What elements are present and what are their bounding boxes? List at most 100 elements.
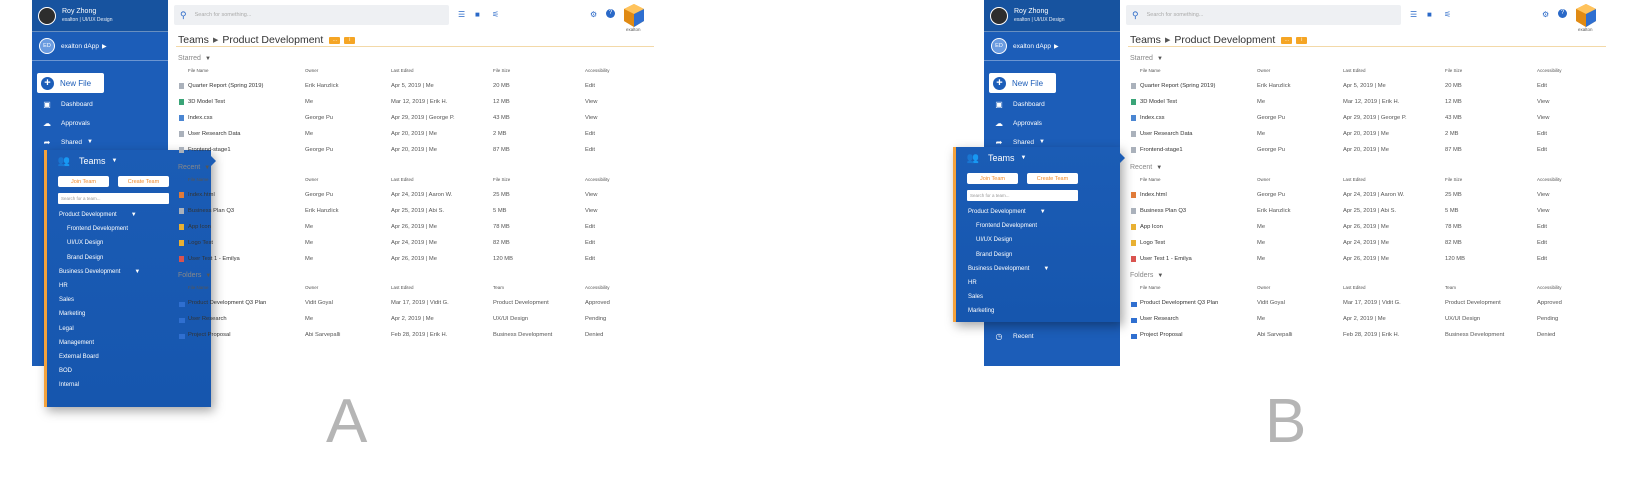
table-row[interactable]: Product Development Q3 Plan Vidit Goyal Ma…	[1124, 300, 1604, 310]
table-row[interactable]: Index.html George Pu Apr 24, 2019 | Aaron …	[172, 192, 652, 202]
cell-name[interactable]: Index.html	[188, 192, 215, 198]
cell-name[interactable]: App Icon	[1140, 224, 1163, 230]
column-header[interactable]: Last Edited	[1343, 68, 1366, 73]
team-search-input[interactable]: Search for a team...	[967, 190, 1078, 201]
table-row[interactable]: App Icon Me Apr 26, 2019 | Me 78 MB Edit	[1124, 224, 1604, 234]
team-item[interactable]: Brand Design	[976, 250, 1012, 260]
gear-icon[interactable]: ⚙	[1542, 10, 1549, 19]
team-item[interactable]: HR	[59, 281, 68, 291]
column-header[interactable]: Accessibility	[1537, 177, 1562, 182]
section-folders[interactable]: Folders ▼	[178, 272, 211, 279]
column-header[interactable]: Team	[1445, 285, 1456, 290]
table-row[interactable]: Index.css George Pu Apr 29, 2019 | George …	[1124, 115, 1604, 125]
breadcrumb-root[interactable]: Teams	[1130, 34, 1161, 46]
section-recent[interactable]: Recent ▼	[1130, 164, 1162, 171]
more-icon[interactable]: …	[329, 36, 341, 44]
cell-name[interactable]: 3D Model Test	[1140, 99, 1177, 105]
org-switcher[interactable]: ED exalton dApp ▶	[984, 32, 1120, 61]
create-team-button[interactable]: Create Team	[1027, 173, 1078, 184]
user-profile[interactable]: Roy Zhong exalton | UI/UX Design	[984, 0, 1120, 32]
sidebar-item-approvals[interactable]: ☁ Approvals	[42, 116, 90, 130]
filter-icon[interactable]: ⚟	[492, 10, 499, 19]
column-header[interactable]: File Name	[1140, 68, 1161, 73]
teams-header[interactable]: 👥 Teams ▼	[967, 153, 1027, 164]
team-item[interactable]: Frontend Development	[976, 221, 1037, 231]
table-row[interactable]: User Research Me Apr 2, 2019 | Me UX/UI Des…	[1124, 316, 1604, 326]
cell-name[interactable]: Frontend-stage1	[188, 147, 231, 153]
column-header[interactable]: File Name	[1140, 177, 1161, 182]
section-folders[interactable]: Folders ▼	[1130, 272, 1163, 279]
table-row[interactable]: 3D Model Test Me Mar 12, 2019 | Erik H. 12 …	[172, 99, 652, 109]
table-row[interactable]: Business Plan Q3 Erik Hanzlick Apr 25, 201…	[1124, 208, 1604, 218]
column-header[interactable]: Team	[493, 285, 504, 290]
info-icon[interactable]: i	[344, 36, 356, 44]
team-item[interactable]: UI/UX Design	[976, 235, 1012, 245]
cell-name[interactable]: User Research Data	[1140, 131, 1193, 137]
cell-name[interactable]: User Research	[188, 316, 227, 322]
team-item[interactable]: Marketing	[968, 306, 994, 316]
join-team-button[interactable]: Join Team	[967, 173, 1018, 184]
table-row[interactable]: Index.html George Pu Apr 24, 2019 | Aaron …	[1124, 192, 1604, 202]
column-header[interactable]: File Name	[188, 177, 209, 182]
search-input[interactable]: ⚲ Search for something...	[174, 5, 449, 25]
team-search-input[interactable]: Search for a team...	[58, 193, 169, 204]
table-row[interactable]: Frontend-stage1 George Pu Apr 20, 2019 | M…	[1124, 147, 1604, 157]
column-header[interactable]: File Size	[493, 177, 510, 182]
cell-name[interactable]: App Icon	[188, 224, 211, 230]
team-item[interactable]: Business Development ▼	[968, 264, 1049, 274]
table-row[interactable]: Logo Test Me Apr 24, 2019 | Me 82 MB Edit	[1124, 240, 1604, 250]
cell-name[interactable]: Index.html	[1140, 192, 1167, 198]
table-row[interactable]: Logo Test Me Apr 24, 2019 | Me 82 MB Edit	[172, 240, 652, 250]
cell-name[interactable]: Project Proposal	[1140, 332, 1183, 338]
cell-name[interactable]: Quarter Report (Spring 2019)	[188, 83, 263, 89]
team-item[interactable]: UI/UX Design	[67, 238, 103, 248]
table-row[interactable]: Quarter Report (Spring 2019) Erik Hanzlic…	[172, 83, 652, 93]
column-header[interactable]: Accessibility	[585, 177, 610, 182]
section-starred[interactable]: Starred ▼	[1130, 55, 1163, 62]
cell-name[interactable]: User Research Data	[188, 131, 241, 137]
column-header[interactable]: File Name	[1140, 285, 1161, 290]
cell-name[interactable]: Frontend-stage1	[1140, 147, 1183, 153]
team-item[interactable]: Sales	[968, 292, 983, 302]
team-item[interactable]: HR	[968, 278, 977, 288]
column-header[interactable]: Accessibility	[1537, 68, 1562, 73]
table-row[interactable]: Index.css George Pu Apr 29, 2019 | George …	[172, 115, 652, 125]
team-item[interactable]: Marketing	[59, 309, 85, 319]
create-team-button[interactable]: Create Team	[118, 176, 169, 187]
list-view-icon[interactable]: ☰	[458, 10, 465, 19]
column-header[interactable]: Accessibility	[1537, 285, 1562, 290]
breadcrumb-root[interactable]: Teams	[178, 34, 209, 46]
column-header[interactable]: Last Edited	[391, 285, 414, 290]
teams-header[interactable]: 👥 Teams ▼	[58, 156, 118, 167]
section-starred[interactable]: Starred ▼	[178, 55, 211, 62]
column-header[interactable]: Last Edited	[391, 177, 414, 182]
column-header[interactable]: Owner	[1257, 68, 1270, 73]
column-header[interactable]: Owner	[1257, 177, 1270, 182]
section-recent[interactable]: Recent ▼	[178, 164, 210, 171]
team-item[interactable]: Sales	[59, 295, 74, 305]
team-item[interactable]: Frontend Development	[67, 224, 128, 234]
table-row[interactable]: Business Plan Q3 Erik Hanzlick Apr 25, 201…	[172, 208, 652, 218]
table-row[interactable]: App Icon Me Apr 26, 2019 | Me 78 MB Edit	[172, 224, 652, 234]
column-header[interactable]: Owner	[305, 68, 318, 73]
table-row[interactable]: Product Development Q3 Plan Vidit Goyal Ma…	[172, 300, 652, 310]
cell-name[interactable]: Business Plan Q3	[1140, 208, 1186, 214]
table-row[interactable]: User Research Data Me Apr 20, 2019 | Me 2 M…	[172, 131, 652, 141]
cell-name[interactable]: Product Development Q3 Plan	[188, 300, 266, 306]
column-header[interactable]: File Size	[1445, 68, 1462, 73]
cell-name[interactable]: Index.css	[188, 115, 213, 121]
cell-name[interactable]: Logo Test	[1140, 240, 1165, 246]
sidebar-item-dashboard[interactable]: ▣ Dashboard	[42, 97, 93, 111]
user-profile[interactable]: Roy Zhong exalton | UI/UX Design	[32, 0, 168, 32]
team-item[interactable]: Internal	[59, 380, 79, 390]
new-file-button[interactable]: + New File	[37, 73, 104, 93]
table-row[interactable]: Project Proposal Abi Sarvepalli Feb 28, 20…	[1124, 332, 1604, 342]
join-team-button[interactable]: Join Team	[58, 176, 109, 187]
info-icon[interactable]: i	[1296, 36, 1308, 44]
table-row[interactable]: User Research Me Apr 2, 2019 | Me UX/UI Des…	[172, 316, 652, 326]
column-header[interactable]: Owner	[1257, 285, 1270, 290]
search-input[interactable]: ⚲ Search for something...	[1126, 5, 1401, 25]
table-row[interactable]: User Test 1 - Emilya Me Apr 26, 2019 | Me 1…	[172, 256, 652, 266]
new-file-button[interactable]: + New File	[989, 73, 1056, 93]
cell-name[interactable]: 3D Model Test	[188, 99, 225, 105]
